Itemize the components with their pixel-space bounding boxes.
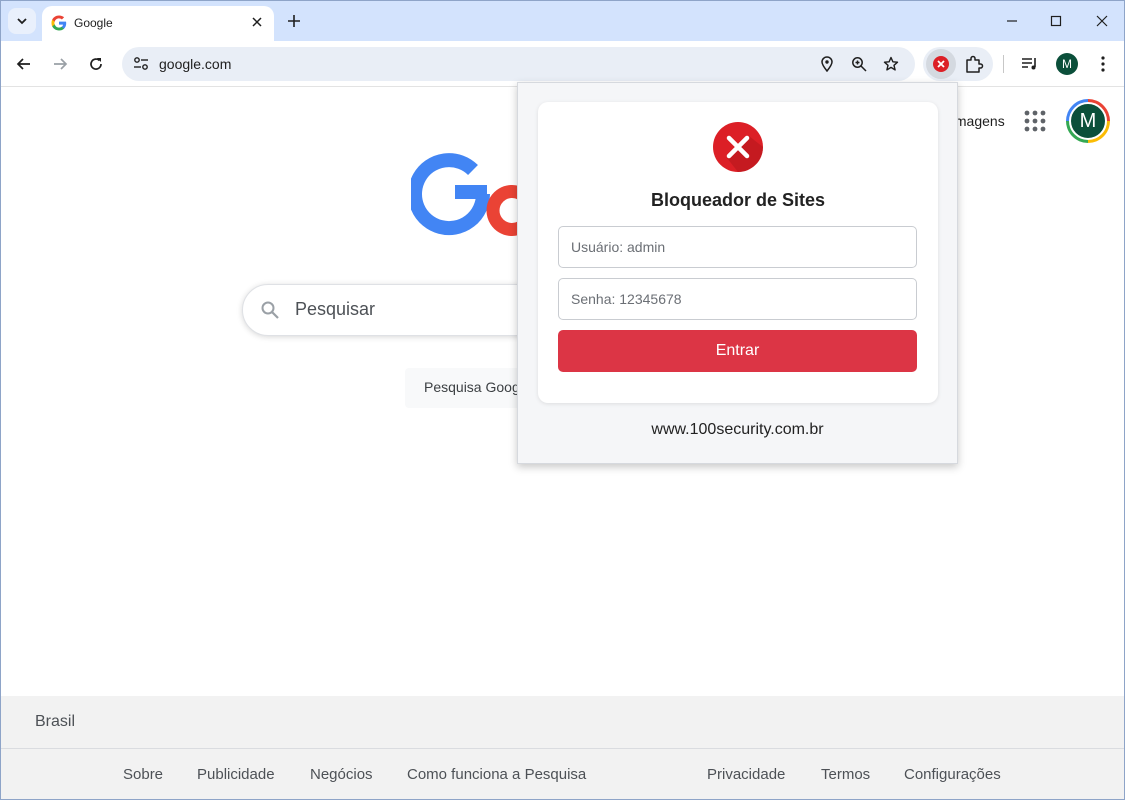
footer-link-terms[interactable]: Termos: [821, 766, 870, 783]
toolbar-separator: [1003, 55, 1004, 73]
footer-link-how-search-works[interactable]: Como funciona a Pesquisa: [407, 766, 586, 783]
account-avatar[interactable]: M: [1066, 99, 1110, 143]
reload-icon: [90, 58, 102, 70]
address-url[interactable]: google.com: [159, 56, 231, 72]
zoom-button[interactable]: [850, 55, 868, 73]
maximize-icon: [1050, 15, 1062, 27]
search-icon: [261, 301, 279, 319]
site-blocker-extension-button[interactable]: [926, 49, 956, 79]
bookmark-button[interactable]: [882, 55, 900, 73]
zoom-in-icon: [852, 57, 867, 72]
browser-menu-button[interactable]: [1091, 52, 1115, 76]
extensions-menu-button[interactable]: [963, 53, 985, 75]
puzzle-icon: [966, 55, 984, 73]
site-blocker-popup: Bloqueador de Sites Entrar www.100securi…: [517, 82, 958, 464]
back-button[interactable]: [12, 52, 36, 76]
footer-link-privacy[interactable]: Privacidade: [707, 766, 785, 783]
footer-link-about[interactable]: Sobre: [123, 766, 163, 783]
more-vertical-icon: [1101, 56, 1105, 72]
tab-close-button[interactable]: [248, 13, 266, 31]
google-apps-icon[interactable]: [1022, 108, 1048, 134]
popup-title: Bloqueador de Sites: [650, 190, 826, 210]
images-link[interactable]: Imagens: [951, 113, 1005, 129]
close-icon: [1096, 15, 1108, 27]
close-icon: [252, 17, 262, 27]
chevron-down-icon: [17, 18, 27, 25]
popup-website-link[interactable]: www.100security.com.br: [518, 421, 957, 439]
search-placeholder: Pesquisar: [295, 299, 376, 319]
google-favicon-icon: [51, 15, 67, 31]
block-x-icon: [933, 56, 949, 72]
minimize-icon: [1007, 20, 1017, 22]
browser-window: Google google.com M Imagens M Pesquisar …: [0, 0, 1125, 800]
login-card: Bloqueador de Sites Entrar: [538, 102, 938, 403]
footer-divider: [1, 748, 1124, 749]
tab-search-button[interactable]: [8, 8, 36, 34]
reload-button[interactable]: [84, 52, 108, 76]
playlist-icon: [1022, 58, 1036, 70]
location-pin-icon: [821, 56, 833, 72]
forward-button[interactable]: [48, 52, 72, 76]
extensions-area: [923, 47, 993, 81]
close-window-button[interactable]: [1090, 9, 1114, 33]
profile-button[interactable]: M: [1056, 53, 1078, 75]
media-controls-button[interactable]: [1018, 52, 1042, 76]
site-info-icon: [134, 57, 148, 70]
tab-google[interactable]: Google: [42, 6, 274, 41]
block-x-icon: [713, 122, 763, 172]
google-footer: Brasil Sobre Publicidade Negócios Como f…: [1, 696, 1124, 799]
avatar-initial: M: [1069, 102, 1107, 140]
footer-link-business[interactable]: Negócios: [310, 766, 373, 783]
username-field[interactable]: [558, 226, 917, 268]
plus-icon: [288, 15, 300, 27]
footer-link-settings[interactable]: Configurações: [904, 766, 1001, 783]
arrow-right-icon: [54, 58, 68, 70]
minimize-button[interactable]: [1000, 9, 1024, 33]
arrow-left-icon: [16, 58, 30, 70]
google-logo: [411, 153, 531, 236]
location-button[interactable]: [818, 55, 836, 73]
tab-strip: Google: [1, 1, 1124, 41]
footer-link-advertising[interactable]: Publicidade: [197, 766, 275, 783]
maximize-button[interactable]: [1044, 9, 1068, 33]
login-button[interactable]: Entrar: [558, 330, 917, 372]
new-tab-button[interactable]: [284, 11, 304, 31]
password-field[interactable]: [558, 278, 917, 320]
browser-toolbar: google.com M: [1, 41, 1124, 87]
star-icon: [883, 56, 899, 71]
tab-title: Google: [74, 16, 113, 30]
address-bar[interactable]: google.com: [122, 47, 915, 81]
footer-country: Brasil: [35, 713, 76, 730]
